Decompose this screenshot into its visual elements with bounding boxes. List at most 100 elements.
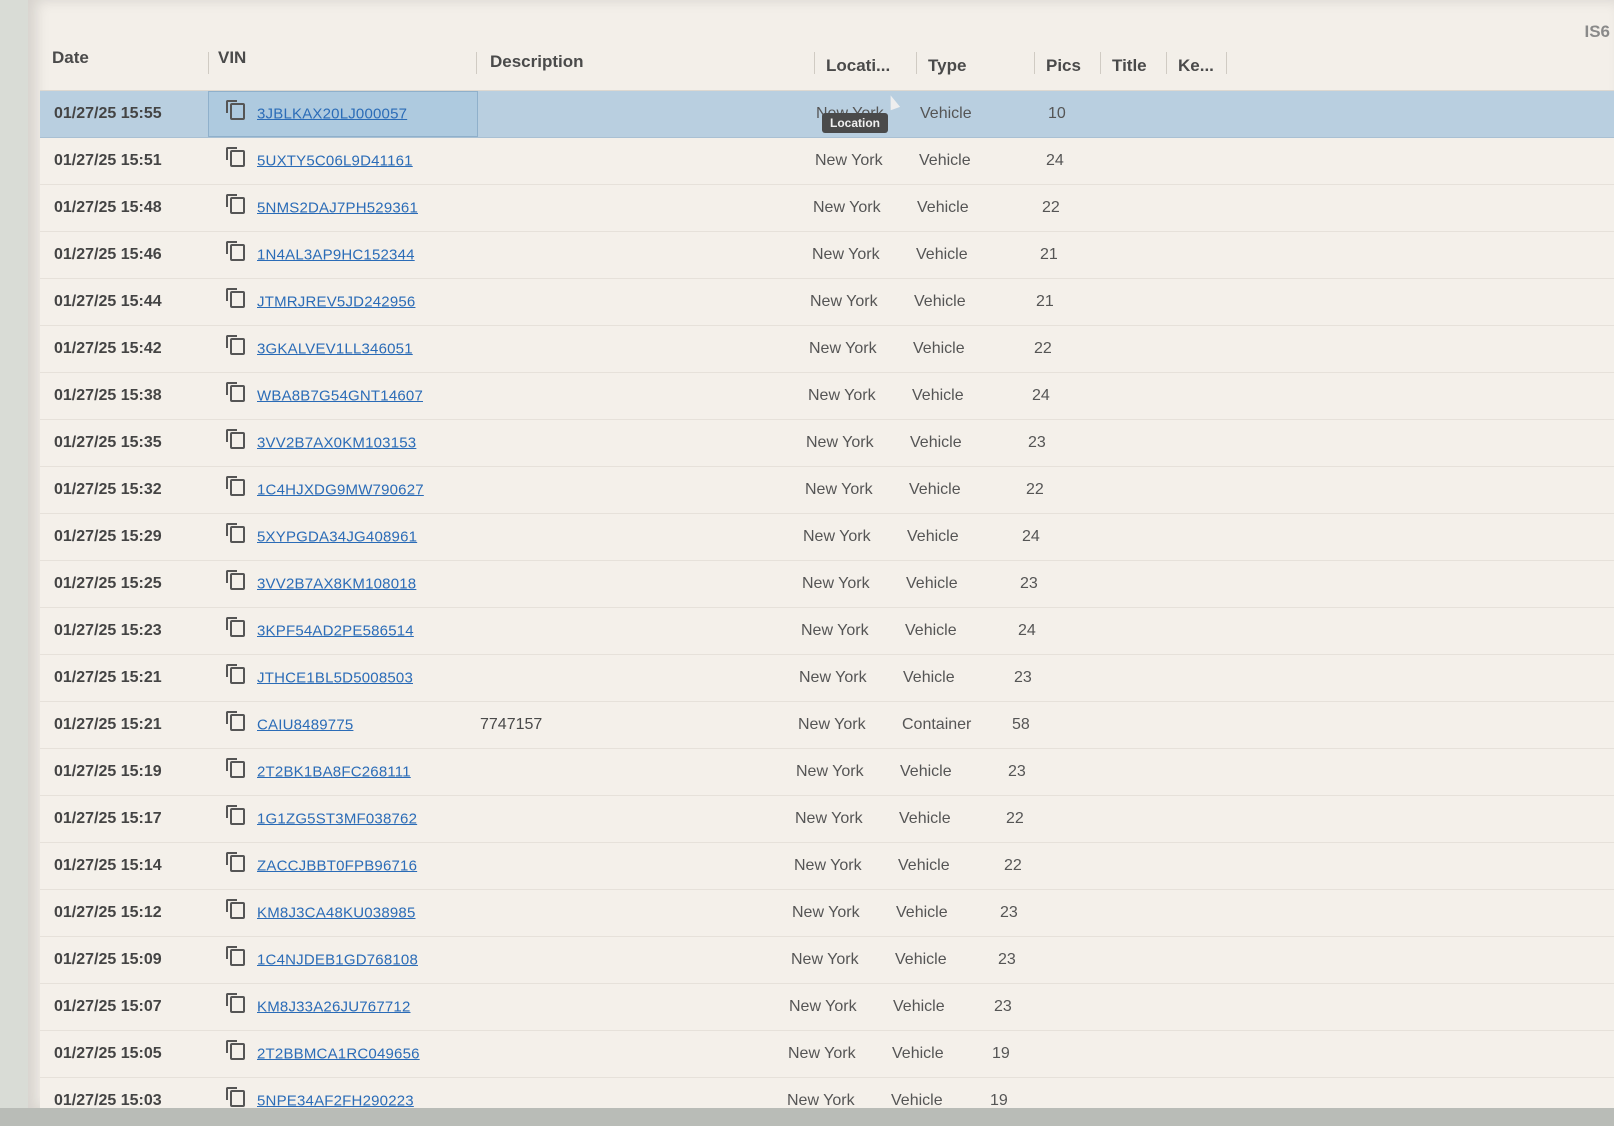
column-header-pics[interactable]: Pics — [1046, 56, 1081, 76]
copy-icon[interactable] — [226, 382, 245, 403]
table-row[interactable]: 01/27/25 15:25 3VV2B7AX8KM108018 New York V… — [40, 561, 1614, 608]
copy-icon[interactable] — [226, 946, 245, 967]
date-cell: 01/27/25 15:29 — [54, 528, 162, 545]
column-separator[interactable] — [476, 52, 477, 74]
pics-cell: 23 — [1014, 669, 1032, 686]
copy-icon[interactable] — [226, 288, 245, 309]
copy-icon[interactable] — [226, 570, 245, 591]
vin-link[interactable]: 3GKALVEV1LL346051 — [257, 340, 413, 357]
copy-icon[interactable] — [226, 100, 245, 121]
copy-icon[interactable] — [226, 758, 245, 779]
vin-cell: 1G1ZG5ST3MF038762 — [226, 805, 417, 828]
table-row[interactable]: 01/27/25 15:29 5XYPGDA34JG408961 New York V… — [40, 514, 1614, 561]
table-row[interactable]: 01/27/25 15:51 5UXTY5C06L9D41161 New York V… — [40, 138, 1614, 185]
table-row[interactable]: 01/27/25 15:32 1C4HJXDG9MW790627 New York V… — [40, 467, 1614, 514]
column-separator[interactable] — [1034, 52, 1035, 74]
pics-cell: 22 — [1042, 199, 1060, 216]
vin-cell: 1C4NJDEB1GD768108 — [226, 946, 418, 969]
table-row[interactable]: 01/27/25 15:46 1N4AL3AP9HC152344 New York V… — [40, 232, 1614, 279]
copy-icon[interactable] — [226, 476, 245, 497]
type-cell: Vehicle — [906, 575, 958, 592]
vin-link[interactable]: 2T2BBMCA1RC049656 — [257, 1045, 420, 1062]
copy-icon[interactable] — [226, 194, 245, 215]
column-separator[interactable] — [916, 52, 917, 74]
copy-icon[interactable] — [226, 523, 245, 544]
location-cell: New York — [791, 951, 859, 968]
table-row[interactable]: 01/27/25 15:44 JTMRJREV5JD242956 New York V… — [40, 279, 1614, 326]
copy-icon[interactable] — [226, 711, 245, 732]
copy-icon[interactable] — [226, 617, 245, 638]
vin-link[interactable]: 5NPE34AF2FH290223 — [257, 1092, 414, 1108]
copy-icon[interactable] — [226, 805, 245, 826]
column-header-type[interactable]: Type — [928, 56, 966, 76]
copy-icon[interactable] — [226, 147, 245, 168]
date-cell: 01/27/25 15:25 — [54, 575, 162, 592]
date-cell: 01/27/25 15:23 — [54, 622, 162, 639]
copy-icon[interactable] — [226, 993, 245, 1014]
table-row[interactable]: 01/27/25 15:48 5NMS2DAJ7PH529361 New York V… — [40, 185, 1614, 232]
table-row[interactable]: 01/27/25 15:19 2T2BK1BA8FC268111 New York V… — [40, 749, 1614, 796]
table-row[interactable]: 01/27/25 15:03 5NPE34AF2FH290223 New York V… — [40, 1078, 1614, 1108]
column-separator[interactable] — [1226, 52, 1227, 74]
vin-link[interactable]: 3VV2B7AX8KM108018 — [257, 575, 416, 592]
column-header-keys[interactable]: Ke... — [1178, 56, 1214, 76]
location-cell: New York — [794, 857, 862, 874]
vin-link[interactable]: 2T2BK1BA8FC268111 — [257, 763, 411, 780]
vin-link[interactable]: 3JBLKAX20LJ000057 — [257, 105, 407, 122]
column-separator[interactable] — [208, 52, 209, 74]
column-header-description[interactable]: Description — [490, 52, 584, 72]
table-row[interactable]: 01/27/25 15:553JBLKAX20LJ000057New YorkV… — [40, 91, 1614, 138]
vin-link[interactable]: ZACCJBBT0FPB96716 — [257, 857, 417, 874]
table-row[interactable]: 01/27/25 15:12 KM8J3CA48KU038985 New York V… — [40, 890, 1614, 937]
copy-icon[interactable] — [226, 899, 245, 920]
vin-cell: JTMRJREV5JD242956 — [226, 288, 415, 311]
copy-icon[interactable] — [226, 1040, 245, 1061]
column-separator[interactable] — [814, 52, 815, 74]
type-cell: Vehicle — [907, 528, 959, 545]
vin-link[interactable]: WBA8B7G54GNT14607 — [257, 387, 423, 404]
column-header-title[interactable]: Title — [1112, 56, 1147, 76]
vin-cell: 2T2BK1BA8FC268111 — [226, 758, 411, 781]
vin-link[interactable]: 1G1ZG5ST3MF038762 — [257, 810, 417, 827]
table-row[interactable]: 01/27/25 15:21 JTHCE1BL5D5008503 New York V… — [40, 655, 1614, 702]
table-row[interactable]: 01/27/25 15:14 ZACCJBBT0FPB96716 New York V… — [40, 843, 1614, 890]
type-cell: Vehicle — [898, 857, 950, 874]
copy-icon[interactable] — [226, 1087, 245, 1108]
table-row[interactable]: 01/27/25 15:09 1C4NJDEB1GD768108 New York V… — [40, 937, 1614, 984]
copy-icon[interactable] — [226, 335, 245, 356]
vin-link[interactable]: 5UXTY5C06L9D41161 — [257, 152, 413, 169]
vin-link[interactable]: JTMRJREV5JD242956 — [257, 293, 415, 310]
column-separator[interactable] — [1166, 52, 1167, 74]
vin-link[interactable]: 1N4AL3AP9HC152344 — [257, 246, 415, 263]
vin-link[interactable]: 5NMS2DAJ7PH529361 — [257, 199, 418, 216]
table-row[interactable]: 01/27/25 15:17 1G1ZG5ST3MF038762 New York V… — [40, 796, 1614, 843]
table-row[interactable]: 01/27/25 15:05 2T2BBMCA1RC049656 New York V… — [40, 1031, 1614, 1078]
vin-link[interactable]: 5XYPGDA34JG408961 — [257, 528, 417, 545]
vin-link[interactable]: KM8J3CA48KU038985 — [257, 904, 416, 921]
vin-link[interactable]: 3VV2B7AX0KM103153 — [257, 434, 416, 451]
vin-link[interactable]: 1C4HJXDG9MW790627 — [257, 481, 424, 498]
vin-link[interactable]: KM8J33A26JU767712 — [257, 998, 411, 1015]
table-row[interactable]: 01/27/25 15:42 3GKALVEV1LL346051 New York V… — [40, 326, 1614, 373]
column-header-location[interactable]: Locati... — [826, 56, 890, 76]
column-separator[interactable] — [1100, 52, 1101, 74]
vin-link[interactable]: JTHCE1BL5D5008503 — [257, 669, 413, 686]
vin-cell: 5NPE34AF2FH290223 — [226, 1087, 414, 1108]
table-row[interactable]: 01/27/25 15:07 KM8J33A26JU767712 New York V… — [40, 984, 1614, 1031]
column-header-date[interactable]: Date — [52, 48, 89, 68]
table-row[interactable]: 01/27/25 15:38 WBA8B7G54GNT14607 New York V… — [40, 373, 1614, 420]
table-row[interactable]: 01/27/25 15:35 3VV2B7AX0KM103153 New York V… — [40, 420, 1614, 467]
location-cell: New York — [810, 293, 878, 310]
vin-link[interactable]: 1C4NJDEB1GD768108 — [257, 951, 418, 968]
copy-icon[interactable] — [226, 852, 245, 873]
type-cell: Vehicle — [893, 998, 945, 1015]
copy-icon[interactable] — [226, 241, 245, 262]
vin-link[interactable]: CAIU8489775 — [257, 716, 353, 733]
pics-cell: 23 — [994, 998, 1012, 1015]
column-header-vin[interactable]: VIN — [218, 48, 246, 68]
table-row[interactable]: 01/27/25 15:21 CAIU8489775 7747157 New York… — [40, 702, 1614, 749]
table-row[interactable]: 01/27/25 15:23 3KPF54AD2PE586514 New York V… — [40, 608, 1614, 655]
copy-icon[interactable] — [226, 429, 245, 450]
vin-link[interactable]: 3KPF54AD2PE586514 — [257, 622, 414, 639]
copy-icon[interactable] — [226, 664, 245, 685]
